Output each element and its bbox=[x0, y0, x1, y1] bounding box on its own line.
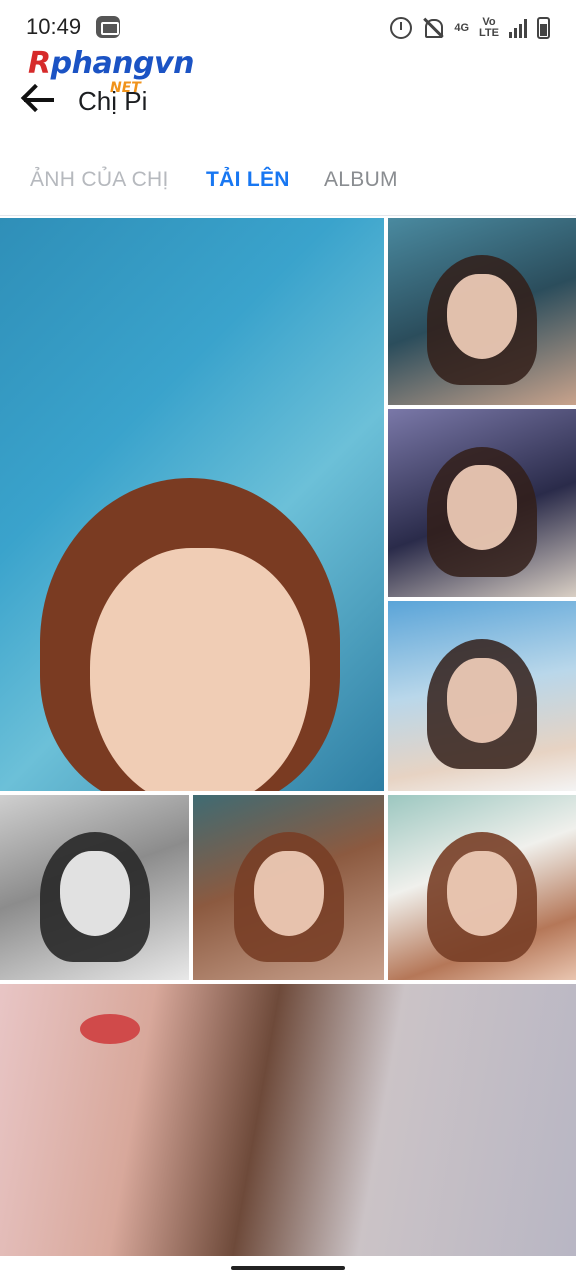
photo-thumbnail[interactable] bbox=[388, 218, 576, 405]
photo-thumbnail[interactable] bbox=[0, 218, 384, 791]
photo-content bbox=[447, 658, 517, 743]
watermark-blue-text: phangvn bbox=[50, 46, 195, 81]
photo-content bbox=[447, 850, 517, 936]
photo-content bbox=[59, 850, 130, 936]
tab-bar: ẢNH CỦA CHỊ TẢI LÊN ALBUM bbox=[0, 160, 576, 216]
watermark-main: Rphangvn bbox=[28, 46, 194, 81]
photo-thumbnail[interactable] bbox=[388, 409, 576, 597]
tab-album[interactable]: ALBUM bbox=[324, 168, 398, 192]
photo-content bbox=[80, 1014, 140, 1044]
tab-uploads[interactable]: TẢI LÊN bbox=[206, 168, 290, 192]
photo-content bbox=[90, 548, 310, 791]
back-button[interactable] bbox=[18, 80, 58, 120]
photo-thumbnail[interactable] bbox=[0, 984, 576, 1256]
bell-off-icon bbox=[422, 17, 444, 39]
photo-content bbox=[447, 274, 517, 360]
photo-content bbox=[447, 465, 517, 551]
photo-thumbnail[interactable] bbox=[388, 795, 576, 980]
alarm-icon bbox=[390, 17, 413, 39]
arrow-left-icon-head bbox=[20, 83, 50, 113]
network-type: 4G bbox=[454, 21, 470, 34]
navigation-bar bbox=[0, 1256, 576, 1280]
photo-thumbnail[interactable] bbox=[388, 601, 576, 791]
photo-thumbnail[interactable] bbox=[193, 795, 384, 980]
volte-indicator: Vo LTE bbox=[479, 17, 499, 39]
photo-content bbox=[253, 850, 324, 936]
watermark-red-letter: R bbox=[28, 46, 51, 81]
photo-thumbnail[interactable] bbox=[0, 795, 189, 980]
battery-icon bbox=[537, 17, 550, 39]
app-notification-icon bbox=[96, 16, 120, 38]
tab-photos-of[interactable]: ẢNH CỦA CHỊ bbox=[30, 168, 169, 192]
status-time: 10:49 bbox=[26, 14, 82, 39]
page-title: Chị Pi bbox=[78, 86, 148, 116]
status-icons: 4G Vo LTE bbox=[390, 14, 550, 42]
network-4g: 4G bbox=[454, 21, 470, 34]
signal-icon bbox=[509, 18, 527, 38]
lte-label: LTE bbox=[479, 27, 499, 39]
home-indicator[interactable] bbox=[231, 1266, 345, 1270]
